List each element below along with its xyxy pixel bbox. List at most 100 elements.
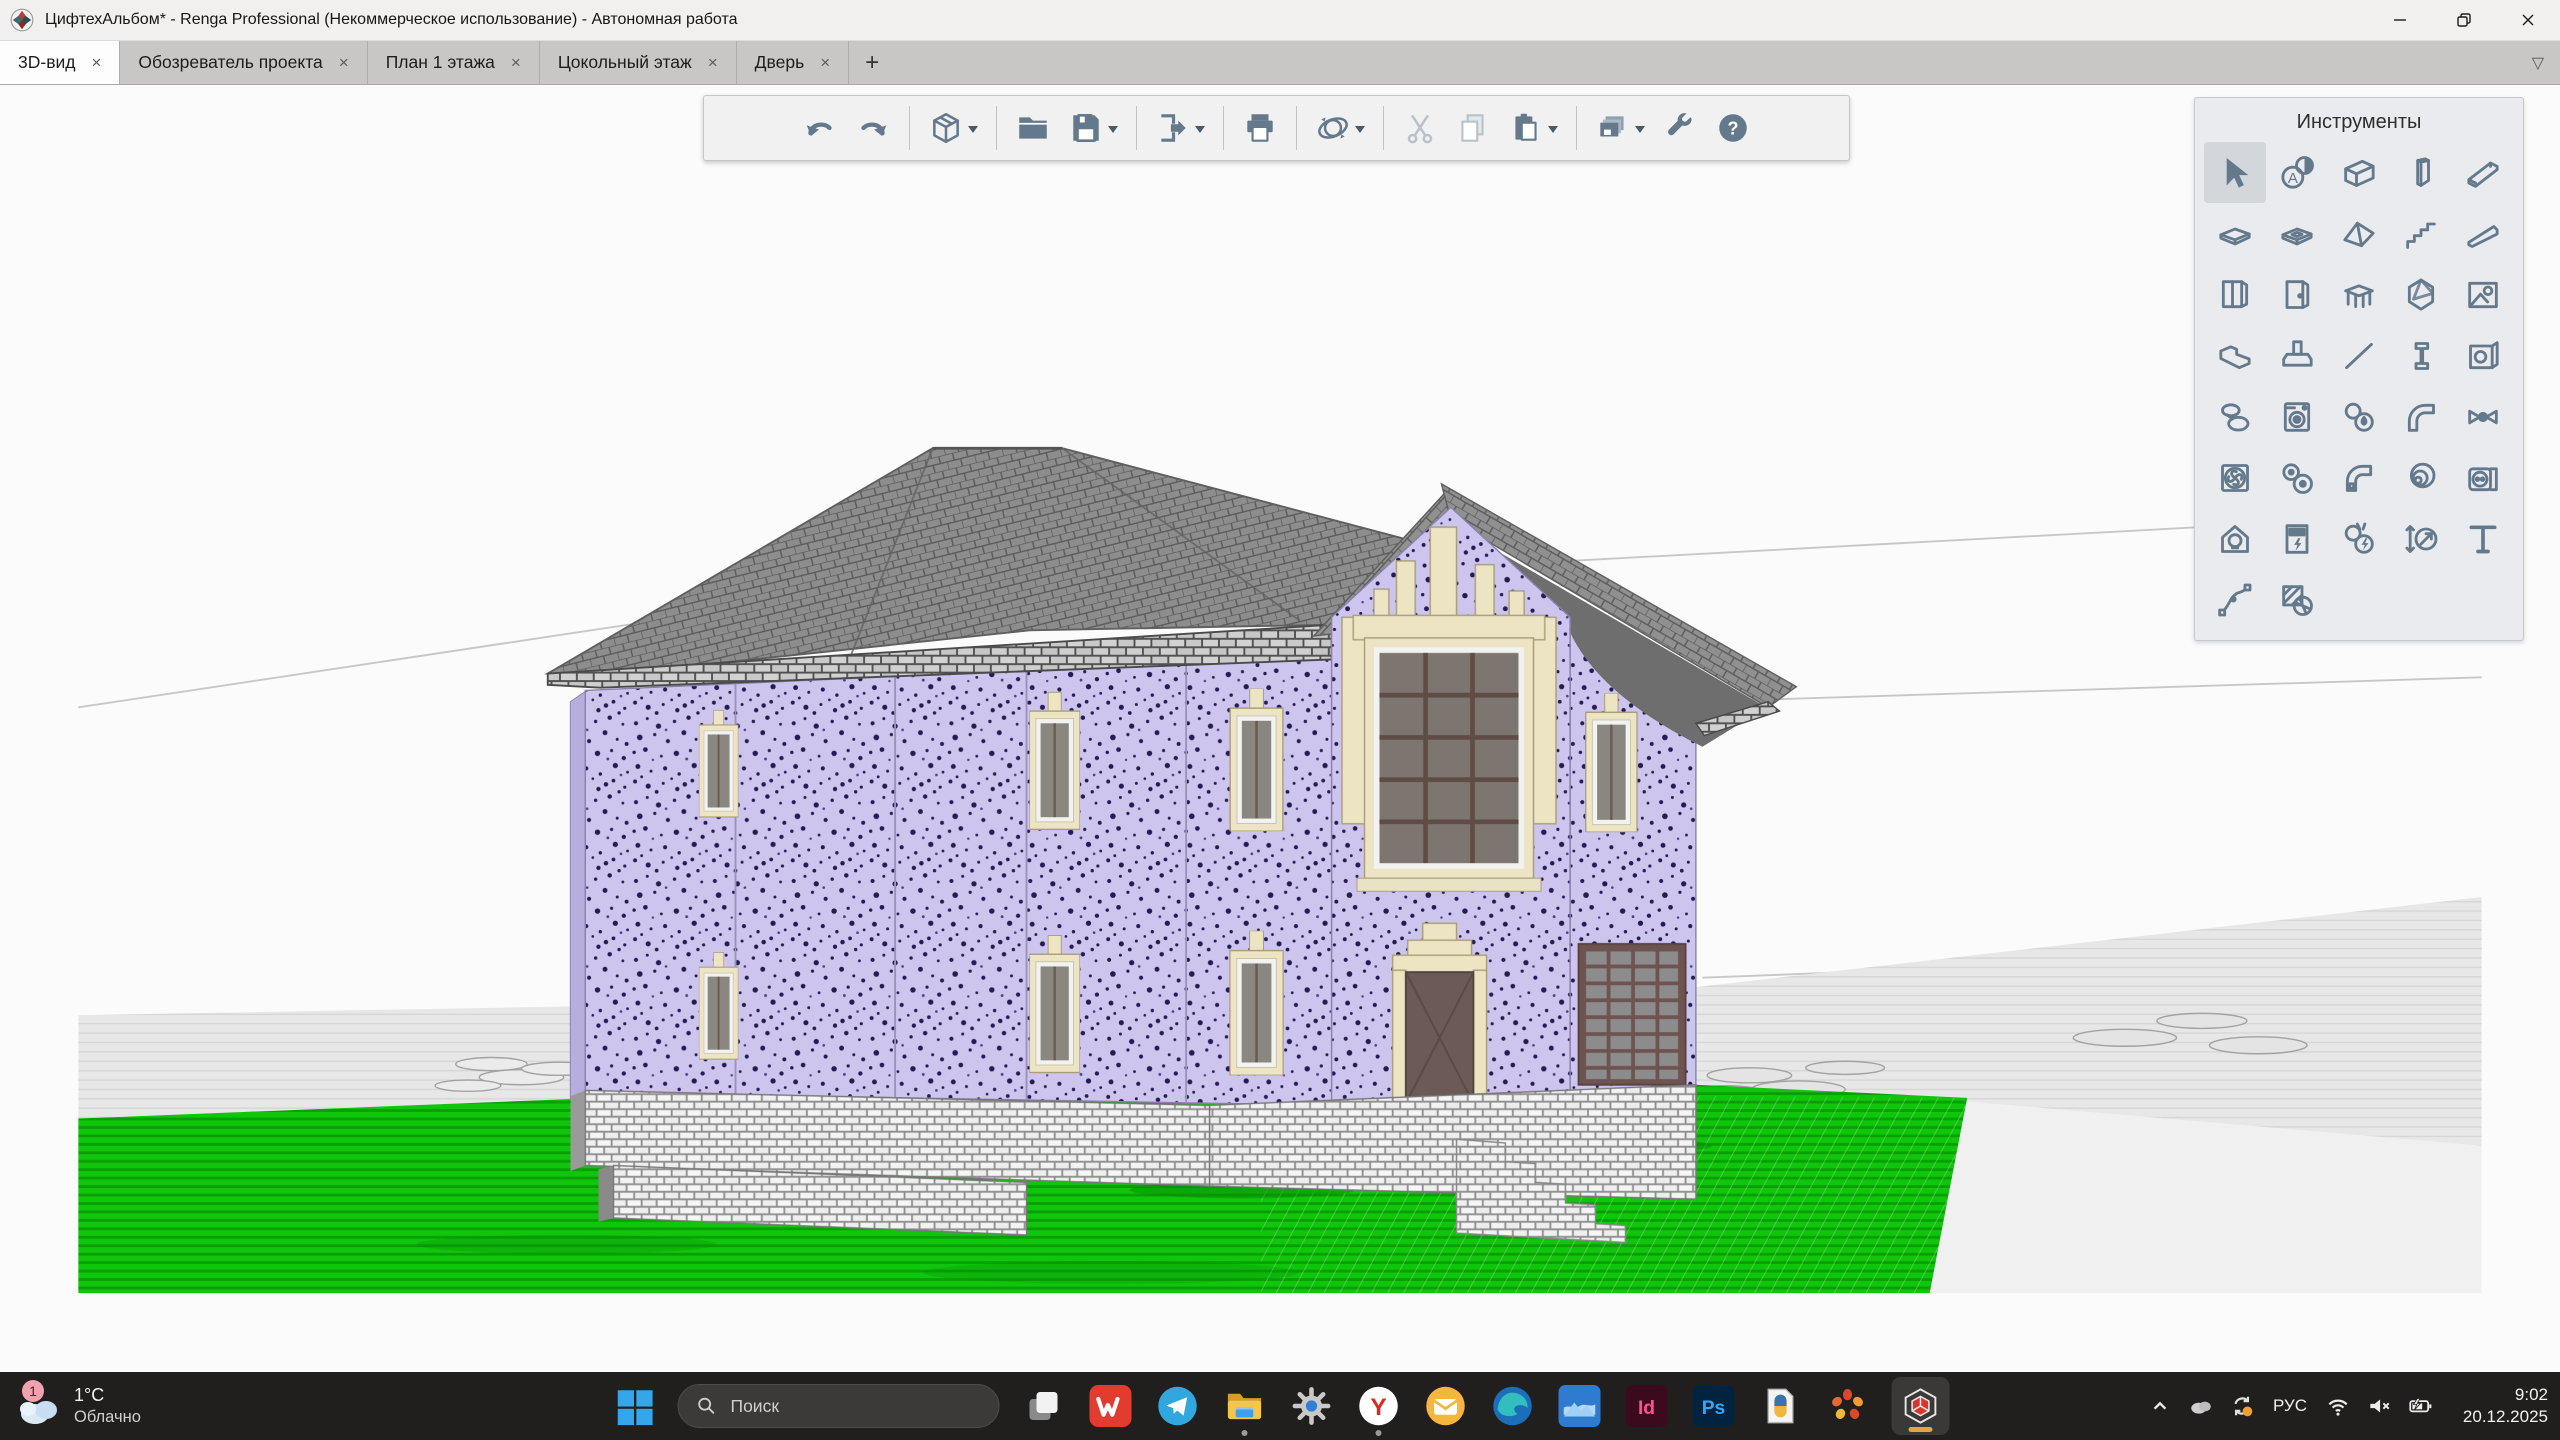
search-box[interactable]: Поиск xyxy=(678,1384,1000,1428)
visual-style-button[interactable] xyxy=(1593,106,1647,150)
taskbar-python-file[interactable] xyxy=(1758,1383,1804,1429)
tool-lighting-fixture[interactable] xyxy=(2204,508,2266,569)
tool-floor-opening[interactable] xyxy=(2266,203,2328,264)
tab-close-button[interactable]: × xyxy=(708,53,718,73)
taskbar-wps-office[interactable] xyxy=(1088,1383,1134,1429)
weather-widget[interactable]: 1 1°C Облачно xyxy=(14,1372,141,1440)
tool-beam[interactable] xyxy=(2452,142,2514,203)
volume-muted-icon[interactable] xyxy=(2366,1393,2392,1419)
save-dropdown-caret[interactable] xyxy=(1108,126,1118,138)
tool-route[interactable] xyxy=(2204,569,2266,630)
paste-dropdown-caret[interactable] xyxy=(1548,126,1558,138)
tool-floor[interactable] xyxy=(2204,203,2266,264)
export-button[interactable] xyxy=(1153,106,1207,150)
tool-wiring-group[interactable] xyxy=(2328,508,2390,569)
taskbar-renga[interactable] xyxy=(1892,1377,1950,1435)
tool-ventilation-unit[interactable] xyxy=(2204,447,2266,508)
tab-close-button[interactable]: × xyxy=(511,53,521,73)
tools-wrench-button[interactable] xyxy=(1660,106,1700,150)
viewport-3d[interactable]: ? Инструменты A xyxy=(0,84,2560,1372)
help-button[interactable]: ? xyxy=(1713,106,1753,150)
paste-button[interactable] xyxy=(1506,106,1560,150)
tool-element[interactable] xyxy=(2390,264,2452,325)
minimize-button[interactable] xyxy=(2368,0,2432,40)
wifi-icon[interactable] xyxy=(2325,1393,2351,1419)
onedrive-icon[interactable] xyxy=(2188,1393,2214,1419)
taskbar-task-view[interactable] xyxy=(1021,1383,1067,1429)
tab-4[interactable]: Дверь× xyxy=(737,41,849,84)
export-dropdown-caret[interactable] xyxy=(1195,126,1205,138)
tool-select[interactable] xyxy=(2204,142,2266,203)
taskbar-settings[interactable] xyxy=(1289,1383,1335,1429)
undo-button[interactable] xyxy=(800,106,840,150)
tool-furniture[interactable] xyxy=(2328,264,2390,325)
taskbar-file-explorer[interactable] xyxy=(1222,1383,1268,1429)
tool-wall[interactable] xyxy=(2328,142,2390,203)
tool-style-measure[interactable]: A xyxy=(2266,142,2328,203)
tool-duct-fitting[interactable] xyxy=(2390,447,2452,508)
tool-equipment[interactable] xyxy=(2266,386,2328,447)
sync-icon[interactable] xyxy=(2229,1393,2255,1419)
orbit-button[interactable] xyxy=(1313,106,1367,150)
tab-overflow-button[interactable]: ▽ xyxy=(2532,41,2560,84)
tool-ramp[interactable] xyxy=(2452,203,2514,264)
tool-plumbing-fixture[interactable] xyxy=(2204,386,2266,447)
tool-foundation[interactable] xyxy=(2266,325,2328,386)
tool-profile[interactable] xyxy=(2390,325,2452,386)
model-3d-dropdown-caret[interactable] xyxy=(968,126,978,138)
tool-stairs[interactable] xyxy=(2390,203,2452,264)
taskbar-yandex-browser[interactable]: Y xyxy=(1356,1383,1402,1429)
battery-charging-icon[interactable] xyxy=(2407,1393,2433,1419)
tool-assembly[interactable] xyxy=(2452,325,2514,386)
tool-pipe-fitting[interactable] xyxy=(2452,386,2514,447)
tray-chevron-icon[interactable] xyxy=(2147,1393,2173,1419)
tab-0[interactable]: 3D-вид× xyxy=(0,41,120,84)
tool-duct[interactable] xyxy=(2328,447,2390,508)
tool-door[interactable] xyxy=(2266,264,2328,325)
visual-style-dropdown-caret[interactable] xyxy=(1635,126,1645,138)
orbit-dropdown-caret[interactable] xyxy=(1355,126,1365,138)
tab-close-button[interactable]: × xyxy=(820,53,830,73)
tool-socket[interactable] xyxy=(2452,447,2514,508)
tab-close-button[interactable]: × xyxy=(91,53,101,73)
tool-roof[interactable] xyxy=(2328,203,2390,264)
open-button[interactable] xyxy=(1013,106,1053,150)
tool-window[interactable] xyxy=(2204,264,2266,325)
copy-button[interactable] xyxy=(1453,106,1493,150)
taskbar-telegram[interactable] xyxy=(1155,1383,1201,1429)
tool-pipe[interactable] xyxy=(2390,386,2452,447)
restore-button[interactable] xyxy=(2432,0,2496,40)
tool-fan-group[interactable] xyxy=(2266,447,2328,508)
save-button[interactable] xyxy=(1066,106,1120,150)
new-tab-button[interactable]: + xyxy=(849,41,895,84)
language-indicator[interactable]: РУС xyxy=(2270,1396,2310,1416)
taskbar-edge[interactable] xyxy=(1490,1383,1536,1429)
redo-button[interactable] xyxy=(853,106,893,150)
cut-button[interactable] xyxy=(1400,106,1440,150)
taskbar-photoshop[interactable]: Ps xyxy=(1691,1383,1737,1429)
tab-3[interactable]: Цокольный этаж× xyxy=(540,41,737,84)
tool-hatch[interactable] xyxy=(2266,569,2328,630)
close-button[interactable] xyxy=(2496,0,2560,40)
tool-text[interactable] xyxy=(2452,508,2514,569)
wall-front[interactable] xyxy=(585,657,1331,1106)
clock[interactable]: 9:02 20.12.2025 xyxy=(2448,1384,2548,1428)
tool-opening[interactable] xyxy=(2452,264,2514,325)
tool-ledge[interactable] xyxy=(2204,325,2266,386)
wall-left-facet[interactable] xyxy=(570,691,585,1099)
taskbar-mail[interactable] xyxy=(1423,1383,1469,1429)
tab-1[interactable]: Обозреватель проекта× xyxy=(120,41,367,84)
scene-3d[interactable] xyxy=(0,84,2560,1372)
tab-close-button[interactable]: × xyxy=(339,53,349,73)
start-button[interactable] xyxy=(611,1383,657,1429)
garage-door[interactable] xyxy=(1579,944,1686,1085)
taskbar-flower-app[interactable] xyxy=(1825,1383,1871,1429)
print-button[interactable] xyxy=(1240,106,1280,150)
taskbar-indesign[interactable]: Id xyxy=(1624,1383,1670,1429)
tool-axis-line[interactable] xyxy=(2328,325,2390,386)
model-3d-button[interactable] xyxy=(926,106,980,150)
tool-column[interactable] xyxy=(2390,142,2452,203)
tool-dimension[interactable] xyxy=(2390,508,2452,569)
tab-2[interactable]: План 1 этажа× xyxy=(368,41,540,84)
tool-pump-group[interactable] xyxy=(2328,386,2390,447)
